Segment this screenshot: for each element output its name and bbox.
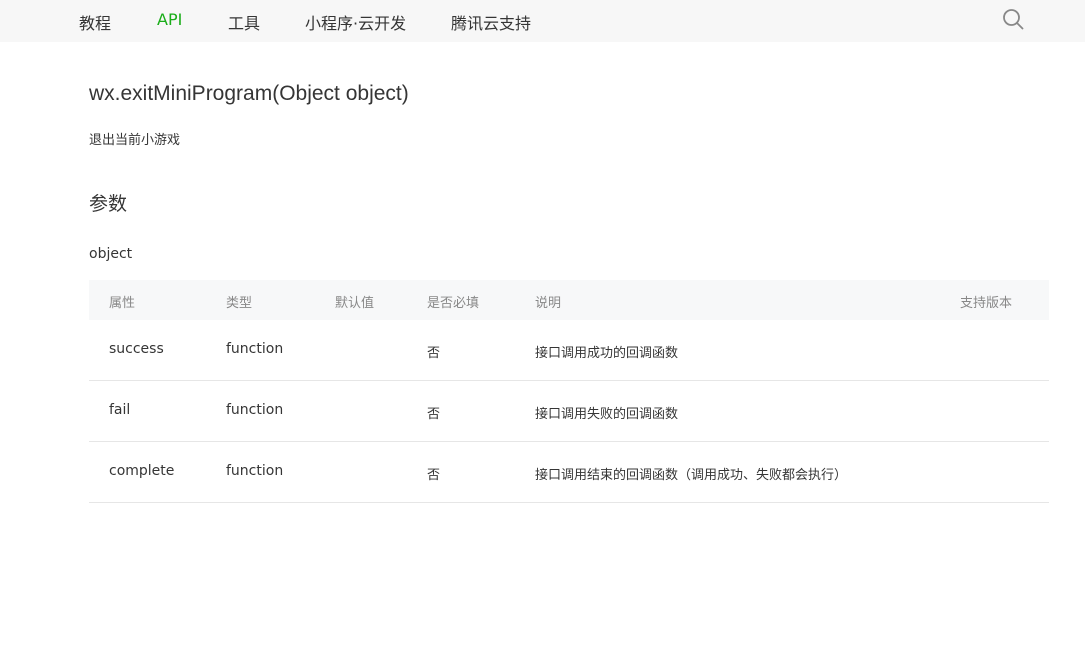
params-table: 属性 类型 默认值 是否必填 说明 支持版本 success function … [89,280,1049,503]
cell-property: complete [109,463,175,479]
section-title-params: 参数 [89,193,128,215]
nav-cloud-dev[interactable]: 小程序·云开发 [305,10,406,34]
table-row: success function 否 接口调用成功的回调函数 [89,320,1049,381]
cell-property: success [109,341,164,357]
table-row: fail function 否 接口调用失败的回调函数 [89,381,1049,442]
table-row: complete function 否 接口调用结束的回调函数（调用成功、失败都… [89,442,1049,503]
header-required: 是否必填 [427,296,480,311]
cell-description: 接口调用成功的回调函数 [535,346,679,361]
object-label: object [89,246,133,262]
cell-type: function [226,402,284,418]
cell-type: function [226,341,284,357]
nav-tutorial[interactable]: 教程 [79,10,111,34]
cell-property: fail [109,402,131,418]
cell-required: 否 [427,468,441,483]
nav-tencent-cloud-support[interactable]: 腾讯云支持 [451,10,531,34]
header-version: 支持版本 [960,296,1013,311]
cell-required: 否 [427,346,441,361]
page-title: wx.exitMiniProgram(Object object) [89,82,409,105]
cell-required: 否 [427,407,441,422]
nav-tools[interactable]: 工具 [228,10,260,34]
cell-description: 接口调用结束的回调函数（调用成功、失败都会执行） [535,468,848,483]
search-icon[interactable] [1002,8,1024,30]
nav-api[interactable]: API [157,10,182,29]
header-property: 属性 [109,296,136,311]
header-default: 默认值 [335,296,375,311]
top-navigation: 教程 API 工具 小程序·云开发 腾讯云支持 [0,0,1085,42]
header-description: 说明 [535,296,562,311]
api-description: 退出当前小游戏 [89,133,181,148]
header-type: 类型 [226,296,253,311]
table-header: 属性 类型 默认值 是否必填 说明 支持版本 [89,280,1049,320]
cell-description: 接口调用失败的回调函数 [535,407,679,422]
cell-type: function [226,463,284,479]
